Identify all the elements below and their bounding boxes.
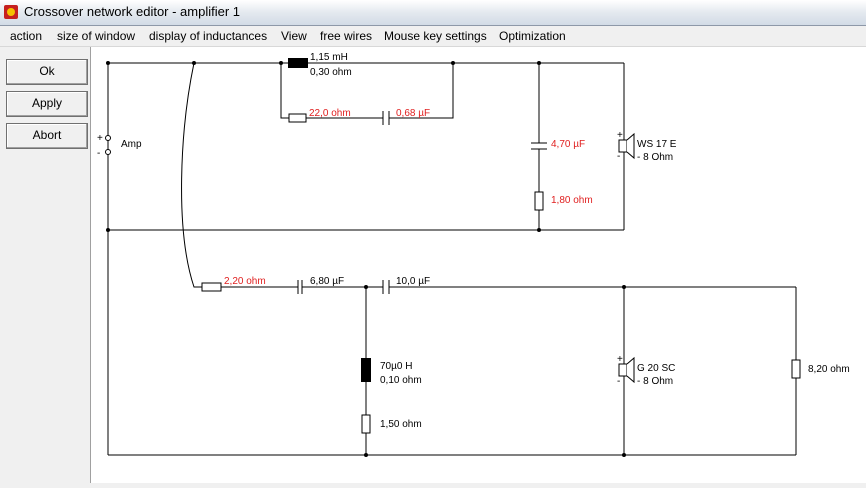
l1-resistance: 0,30 ohm [310, 67, 352, 78]
schematic-canvas[interactable]: + - Amp 1,15 mH 0,30 ohm 22,0 ohm 0,68 µ… [91, 47, 866, 483]
wire-curve [181, 62, 202, 288]
svg-text:+: + [617, 130, 623, 141]
amp-label: Amp [121, 139, 142, 150]
junction [279, 61, 283, 65]
speaker1-impedance: - 8 Ohm [637, 152, 673, 163]
speaker1-name: WS 17 E [637, 139, 677, 150]
resistor-r-load[interactable] [791, 359, 801, 379]
capacitor-c-shunt[interactable] [531, 142, 547, 150]
menu-size-of-window[interactable]: size of window [57, 29, 135, 43]
menu-free-wires[interactable]: free wires [320, 29, 372, 43]
junction [106, 228, 110, 232]
r-in-value: 2,20 ohm [224, 276, 266, 287]
resistor-r-l[interactable] [361, 414, 371, 434]
menu-action[interactable]: action [10, 29, 42, 43]
menu-bar: action size of window display of inducta… [0, 26, 866, 47]
junction [364, 453, 368, 457]
resistor-r-series[interactable] [288, 113, 307, 123]
capacitor-c2[interactable] [382, 280, 390, 294]
speaker-icon[interactable]: + - [617, 130, 635, 162]
junction [622, 453, 626, 457]
menu-display-of-inductances[interactable]: display of inductances [149, 29, 267, 43]
title-bar: Crossover network editor - amplifier 1 [0, 0, 866, 26]
svg-text:+: + [97, 133, 103, 144]
resistor-r-shunt[interactable] [534, 191, 544, 211]
menu-mouse-key-settings[interactable]: Mouse key settings [384, 29, 487, 43]
schematic-svg: + - Amp 1,15 mH 0,30 ohm 22,0 ohm 0,68 µ… [97, 52, 850, 457]
junction [451, 61, 455, 65]
menu-view[interactable]: View [281, 29, 307, 43]
c-series-value: 0,68 µF [396, 108, 430, 119]
inductor-l1[interactable] [288, 58, 308, 68]
inductor-l2[interactable] [361, 358, 371, 382]
junction [192, 61, 196, 65]
svg-text:-: - [617, 151, 620, 162]
l2-value: 70µ0 H [380, 361, 412, 372]
app-icon [4, 5, 18, 19]
r-load-value: 8,20 ohm [808, 364, 850, 375]
junction [537, 61, 541, 65]
r-l-value: 1,50 ohm [380, 419, 422, 430]
button-panel: Ok Apply Abort [0, 47, 91, 483]
l2-resistance: 0,10 ohm [380, 375, 422, 386]
junction [622, 285, 626, 289]
capacitor-c-series[interactable] [382, 111, 390, 125]
capacitor-c1[interactable] [297, 280, 303, 294]
junction [537, 228, 541, 232]
r-series-value: 22,0 ohm [309, 108, 351, 119]
junction [106, 61, 110, 65]
speaker-icon[interactable]: + - [617, 354, 635, 387]
resistor-r-in[interactable] [201, 282, 222, 292]
svg-text:+: + [617, 354, 623, 365]
abort-button[interactable]: Abort [6, 123, 88, 149]
r-shunt-value: 1,80 ohm [551, 195, 593, 206]
wire-rc-left [280, 63, 289, 119]
l1-value: 1,15 mH [310, 52, 348, 63]
speaker2-name: G 20 SC [637, 363, 675, 374]
speaker2-impedance: - 8 Ohm [637, 376, 673, 387]
apply-button[interactable]: Apply [6, 91, 88, 117]
ok-button[interactable]: Ok [6, 59, 88, 85]
menu-optimization[interactable]: Optimization [499, 29, 566, 43]
junction [364, 285, 368, 289]
window-title: Crossover network editor - amplifier 1 [24, 4, 241, 19]
c1-value: 6,80 µF [310, 276, 344, 287]
svg-text:-: - [97, 148, 100, 159]
c-shunt-value: 4,70 µF [551, 139, 585, 150]
svg-text:-: - [617, 376, 620, 387]
c2-value: 10,0 µF [396, 276, 430, 287]
